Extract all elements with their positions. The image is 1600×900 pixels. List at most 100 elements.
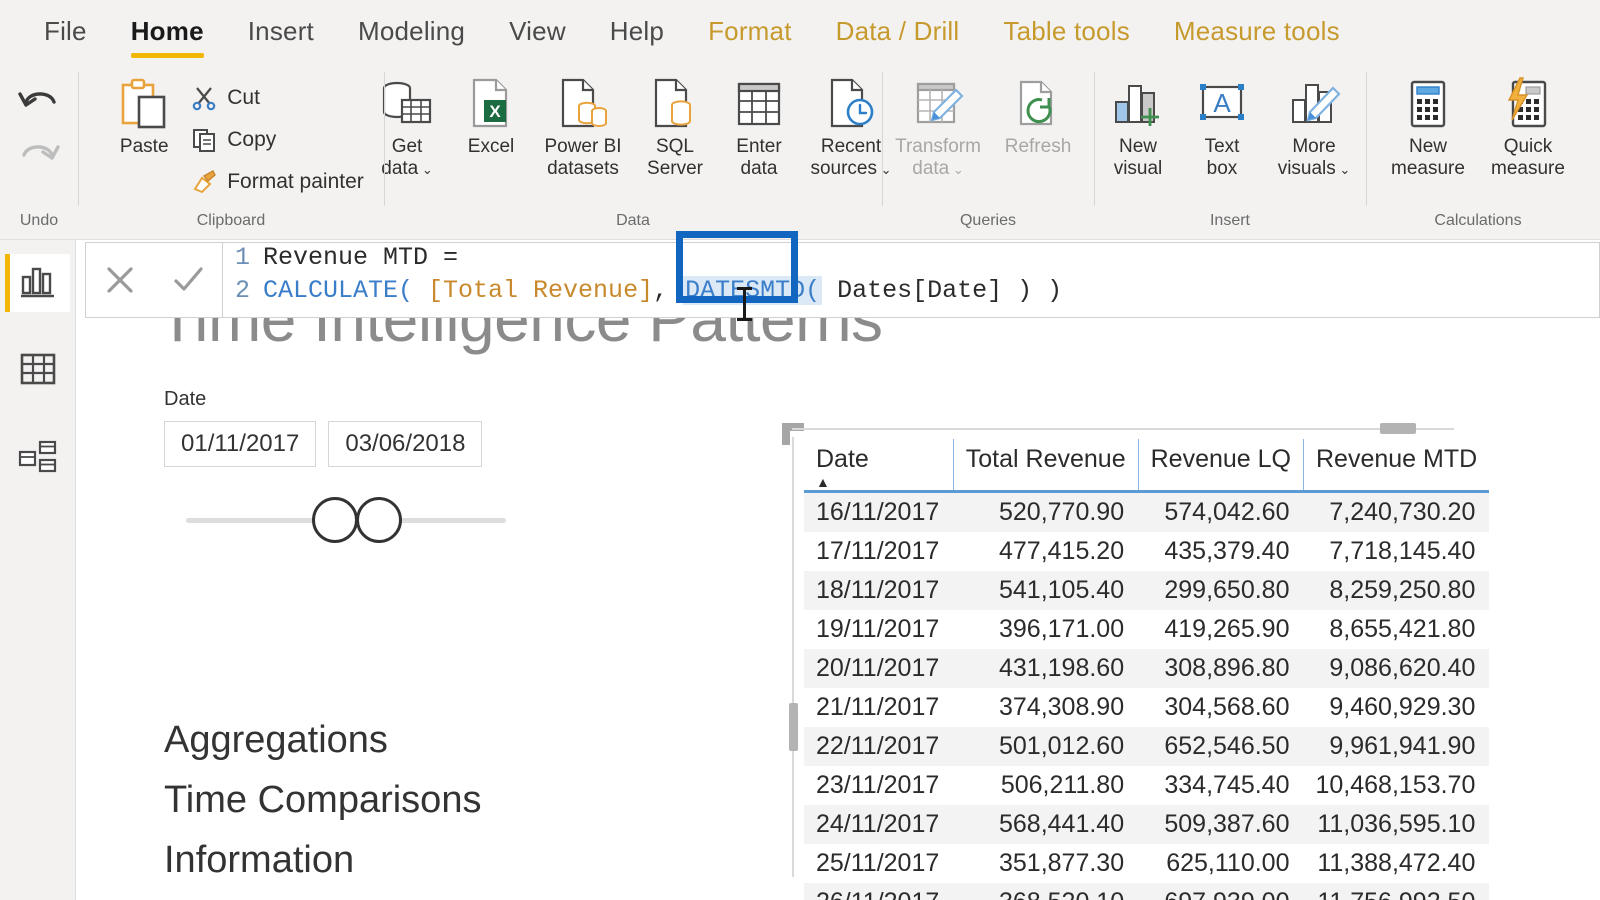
date-slicer[interactable]: Date 01/11/2017 03/06/2018 [164, 388, 604, 543]
ribbon-group-insert: New visual A Text box More visuals ⌄ Ins… [1094, 62, 1366, 240]
sidebar-item-report-view[interactable] [4, 254, 70, 312]
format-painter-button[interactable]: Format painter [190, 164, 364, 200]
visual-resize-handle-top[interactable] [1380, 423, 1416, 434]
quick-measure-button[interactable]: Quick measure [1478, 66, 1578, 180]
text-box-button[interactable]: A Text box [1180, 66, 1264, 180]
quick-measure-label-2: measure [1491, 158, 1565, 180]
slider-handle-right[interactable] [356, 497, 402, 543]
new-visual-label-1: New [1118, 136, 1157, 157]
more-visuals-button[interactable]: More visuals ⌄ [1264, 66, 1364, 180]
transform-data-button[interactable]: Transform data ⌄ [888, 66, 988, 180]
table-row[interactable]: 20/11/2017 431,198.60 308,896.80 9,086,620.… [804, 649, 1490, 688]
ribbon-tab-table-tools[interactable]: Table tools [981, 0, 1152, 62]
clipboard-icon [115, 76, 173, 132]
table-row[interactable]: 26/11/2017368,520.10697,939.0011,756,992… [804, 883, 1490, 900]
checkmark-icon [174, 267, 203, 291]
measure-name-text: Revenue MTD = [263, 243, 459, 272]
table-row[interactable]: 18/11/2017 541,105.40 299,650.80 8,259,250.… [804, 571, 1490, 610]
column-header-revenue-mtd[interactable]: Revenue MTD [1302, 439, 1490, 493]
cut-button[interactable]: Cut [190, 80, 364, 116]
undo-arrow-icon[interactable] [16, 82, 62, 131]
refresh-button[interactable]: Refresh [988, 66, 1088, 158]
ribbon-tab-modeling[interactable]: Modeling [336, 0, 487, 62]
ribbon-group-calculations: New measure Quick measure Calculations [1366, 62, 1590, 240]
x-icon [107, 267, 133, 293]
copy-button[interactable]: Copy [190, 122, 364, 158]
text-box-label-1: Text [1204, 136, 1240, 157]
report-canvas[interactable]: Time Intelligence Patterns Date 01/11/20… [76, 240, 1600, 900]
new-measure-button[interactable]: New measure [1378, 66, 1478, 180]
ribbon-tab-help[interactable]: Help [588, 0, 686, 62]
table-row[interactable]: 21/11/2017 374,308.90 304,568.60 9,460,929.… [804, 688, 1489, 727]
ribbon-tab-data-drill[interactable]: Data / Drill [814, 0, 982, 62]
chevron-down-icon[interactable]: ⌄ [418, 162, 433, 177]
calculator-icon [1402, 76, 1454, 132]
formula-bar[interactable]: 1 Revenue MTD = 2 CALCULATE( [Total Reve… [85, 231, 1600, 321]
slicer-date-boxes: 01/11/2017 03/06/2018 [164, 421, 604, 467]
commit-formula-button[interactable] [167, 259, 209, 301]
ribbon-tab-home[interactable]: Home [109, 0, 226, 62]
redo-arrow-icon[interactable] [16, 135, 62, 184]
formula-line-2: 2 CALCULATE( [Total Revenue], DATESMTD( … [235, 276, 1599, 309]
view-switcher-sidebar [0, 240, 76, 900]
table-body: 16/11/2017 520,770.90 574,042.60 7,240,730.… [804, 491, 1490, 900]
ribbon-tab-file[interactable]: File [22, 0, 109, 62]
sql-server-icon [648, 76, 702, 132]
table-row[interactable]: 23/11/2017 506,211.80 334,745.40 10,468,153… [804, 766, 1489, 805]
sql-server-label-2: Server [647, 158, 703, 180]
slicer-end-date-input[interactable]: 03/06/2018 [328, 421, 483, 467]
slicer-range-slider[interactable] [186, 497, 506, 543]
new-measure-label-1: New [1408, 136, 1447, 157]
pattern-list: Aggregations Time Comparisons Informatio… [164, 710, 481, 890]
ribbon-group-undo: Undo [0, 62, 78, 240]
get-data-button[interactable]: Get data ⌄ [365, 66, 449, 180]
column-header-total-revenue[interactable]: Total Revenue [952, 439, 1139, 493]
dax-comma-token: , [653, 276, 684, 305]
text-box-icon: A [1194, 76, 1250, 132]
table-icon [19, 352, 57, 391]
slicer-start-date-input[interactable]: 01/11/2017 [164, 421, 317, 467]
slider-handle-left[interactable] [312, 497, 358, 543]
ribbon-group-label-calculations: Calculations [1434, 212, 1522, 229]
sidebar-item-data-view[interactable] [6, 342, 70, 400]
cancel-formula-button[interactable] [99, 259, 141, 301]
ribbon-tab-view[interactable]: View [487, 0, 588, 62]
ribbon-tab-format[interactable]: Format [686, 0, 814, 62]
ribbon-group-label-data: Data [616, 212, 650, 229]
relationships-icon [18, 439, 58, 480]
refresh-circular-icon [1011, 76, 1065, 132]
paste-button[interactable]: Paste [98, 66, 190, 158]
table-row[interactable]: 19/11/2017 396,171.00 419,265.90 8,655,421.… [804, 610, 1489, 649]
table-row[interactable]: 16/11/2017 520,770.90 574,042.60 7,240,730.… [804, 491, 1490, 532]
table-vertical-scrollbar-thumb[interactable] [789, 703, 798, 751]
recent-sources-label-1: Recent [820, 136, 882, 157]
more-visuals-label-2: visuals [1277, 158, 1336, 180]
paste-label: Paste [119, 136, 169, 157]
sql-server-button[interactable]: SQL Server [633, 66, 717, 180]
format-painter-label: Format painter [227, 170, 364, 193]
excel-button[interactable]: X Excel [449, 66, 533, 158]
table-row[interactable]: 22/11/2017 501,012.60 652,546.50 9,961,941.… [804, 727, 1490, 766]
table-row[interactable]: 25/11/2017 351,877.30 625,110.00 11,388,472… [804, 844, 1489, 883]
new-visual-button[interactable]: New visual [1096, 66, 1180, 180]
powerbi-datasets-button[interactable]: Power BI datasets [533, 66, 633, 180]
ribbon-tab-measure-tools[interactable]: Measure tools [1152, 0, 1362, 62]
list-item: Aggregations [164, 719, 388, 761]
formula-editor[interactable]: 1 Revenue MTD = 2 CALCULATE( [Total Reve… [223, 231, 1599, 321]
dax-datesmtd-token[interactable]: DATESMTD( [683, 276, 823, 305]
dax-column-reference-token: Dates[Date] ) ) [822, 276, 1063, 305]
sidebar-item-model-view[interactable] [6, 430, 70, 488]
enter-data-button[interactable]: Enter data [717, 66, 801, 180]
table-row[interactable]: 24/11/2017 568,441.40 509,387.60 11,036,595… [804, 805, 1490, 844]
column-header-date[interactable]: Date ▲ [804, 439, 954, 493]
chevron-down-icon[interactable]: ⌄ [1336, 162, 1350, 177]
excel-label: Excel [467, 136, 515, 157]
sql-server-label-1: SQL [655, 136, 695, 157]
ribbon-tab-insert[interactable]: Insert [226, 0, 336, 62]
column-header-revenue-lq[interactable]: Revenue LQ [1137, 439, 1304, 493]
new-visual-icon [1110, 76, 1166, 132]
excel-file-icon: X [465, 76, 517, 132]
table-row[interactable]: 17/11/2017 477,415.20 435,379.40 7,718,145.… [804, 532, 1489, 571]
chevron-down-icon[interactable]: ⌄ [949, 162, 964, 177]
visual-top-border [792, 428, 1454, 430]
